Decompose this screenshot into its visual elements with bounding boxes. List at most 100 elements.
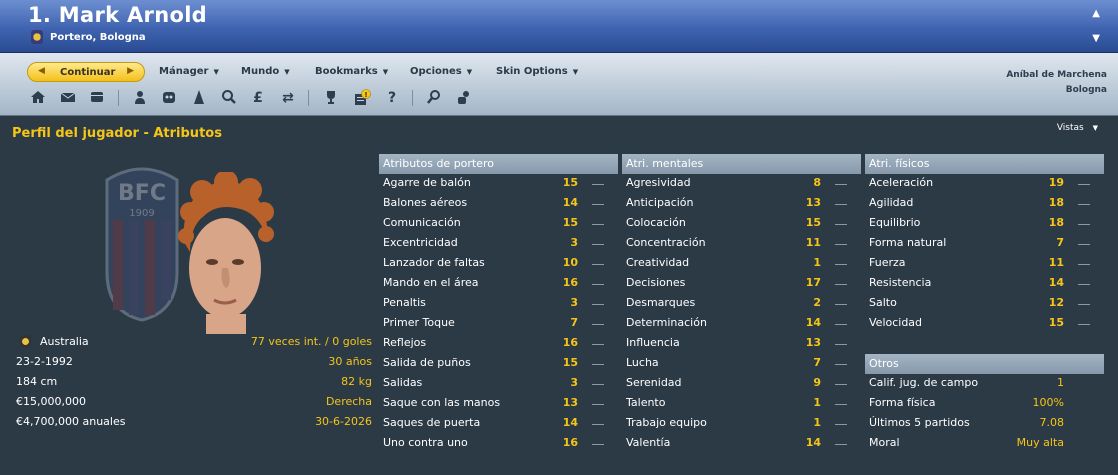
attribute-value: 1	[813, 396, 821, 409]
inbox-icon[interactable]	[88, 89, 106, 107]
attribute-value: 7	[1056, 236, 1064, 249]
toolbar-divider	[412, 90, 413, 106]
attribute-value: 16	[562, 336, 578, 349]
scroll-up-icon[interactable]: ▲	[1092, 8, 1100, 19]
menu-options-label: Opciones	[410, 66, 462, 77]
player-subtitle: Portero, Bologna	[50, 32, 146, 43]
attribute-value: 18	[1048, 216, 1064, 229]
attribute-row: Valentía 14	[622, 434, 861, 454]
attribute-value: 11	[805, 236, 821, 249]
continue-button[interactable]: ◀ Continuar ▶	[27, 62, 145, 82]
attribute-name: Salida de puños	[383, 356, 471, 369]
attribute-value: 13	[805, 196, 821, 209]
attribute-name: Uno contra uno	[383, 436, 468, 449]
menu-world[interactable]: Mundo ▼	[241, 66, 290, 77]
caret-down-icon: ▼	[284, 68, 290, 76]
home-icon[interactable]	[29, 89, 47, 107]
attribute-name: Agresividad	[626, 176, 691, 189]
toolbar-divider	[308, 90, 309, 106]
attribute-row: Aceleración 19	[865, 174, 1104, 194]
contract-row: €4,700,000 anuales 30-6-2026	[16, 413, 372, 433]
attribute-name: Aceleración	[869, 176, 934, 189]
attribute-trend-dash	[592, 224, 604, 225]
attribute-trend-dash	[835, 304, 847, 305]
attribute-row: Salidas 3	[379, 374, 618, 394]
trophy-icon[interactable]	[322, 89, 340, 107]
attribute-name: Lanzador de faltas	[383, 256, 485, 269]
attribute-name: Serenidad	[626, 376, 682, 389]
competition-icon[interactable]	[190, 89, 208, 107]
views-label: Vistas	[1056, 123, 1084, 133]
attribute-name: Determinación	[626, 316, 707, 329]
menu-bookmarks[interactable]: Bookmarks ▼	[315, 66, 388, 77]
back-arrow-icon: ◀	[38, 66, 45, 76]
attribute-value: 15	[562, 176, 578, 189]
search-icon[interactable]	[220, 89, 238, 107]
attribute-trend-dash	[592, 424, 604, 425]
attribute-name: Equilibrio	[869, 216, 921, 229]
attribute-row: Últimos 5 partidos 7.08	[865, 414, 1104, 434]
menu-skin-options[interactable]: Skin Options ▼	[496, 66, 578, 77]
preferred-foot: Derecha	[325, 395, 372, 408]
attribute-trend-dash	[1078, 324, 1090, 325]
page-title: Perfil del jugador - Atributos	[12, 126, 222, 141]
attribute-name: Penaltis	[383, 296, 426, 309]
finance-icon[interactable]: £	[249, 89, 267, 107]
attribute-trend-dash	[592, 384, 604, 385]
attribute-row: Reflejos 16	[379, 334, 618, 354]
attribute-value: 14	[805, 436, 821, 449]
attribute-name: Creatividad	[626, 256, 690, 269]
attribute-value: 3	[570, 376, 578, 389]
birth-date: 23-2-1992	[16, 355, 73, 368]
attribute-value: 14	[562, 196, 578, 209]
attribute-value: 7.08	[1039, 416, 1065, 429]
scroll-down-icon[interactable]: ▼	[1092, 33, 1100, 44]
attribute-row: Agilidad 18	[865, 194, 1104, 214]
club-crest-logo: BFC 1909	[105, 167, 179, 322]
news-icon[interactable]: !	[353, 89, 371, 107]
attribute-trend-dash	[835, 444, 847, 445]
attribute-value: 15	[562, 356, 578, 369]
attribute-row: Primer Toque 7	[379, 314, 618, 334]
attribute-row: Agresividad 8	[622, 174, 861, 194]
attribute-value: 15	[1048, 316, 1064, 329]
attribute-trend-dash	[1078, 244, 1090, 245]
attribute-trend-dash	[592, 344, 604, 345]
wage: €4,700,000 anuales	[16, 415, 126, 428]
scout-search-icon[interactable]	[425, 89, 443, 107]
attribute-row: Saque con las manos 13	[379, 394, 618, 414]
attribute-name: Lucha	[626, 356, 659, 369]
attribute-trend-dash	[592, 284, 604, 285]
toolbar-divider	[118, 90, 119, 106]
attribute-value: 14	[1048, 276, 1064, 289]
attribute-row: Anticipación 13	[622, 194, 861, 214]
contract-expiry: 30-6-2026	[315, 415, 372, 428]
people-icon[interactable]	[455, 89, 473, 107]
menu-options[interactable]: Opciones ▼	[410, 66, 472, 77]
nation-badge-icon	[20, 335, 31, 348]
weight: 82 kg	[341, 375, 372, 388]
person-icon[interactable]	[131, 89, 149, 107]
caret-down-icon: ▼	[572, 68, 579, 76]
mail-icon[interactable]	[59, 89, 77, 107]
menu-manager[interactable]: Mánager ▼	[159, 66, 219, 77]
section-header-gk: Atributos de portero	[379, 154, 618, 174]
team-icon[interactable]	[160, 89, 178, 107]
menu-bookmarks-label: Bookmarks	[315, 66, 378, 77]
club-badge-icon	[31, 30, 43, 44]
manager-name: Aníbal de Marchena	[1006, 70, 1107, 80]
player-name: 1. Mark Arnold	[28, 3, 208, 27]
attribute-trend-dash	[835, 184, 847, 185]
attribute-name: Fuerza	[869, 256, 906, 269]
attribute-trend-dash	[835, 384, 847, 385]
views-dropdown[interactable]: Vistas ▼	[1057, 123, 1098, 133]
attribute-row: Salto 12	[865, 294, 1104, 314]
attribute-value: 1	[1057, 376, 1064, 389]
crest-letters: BFC	[118, 181, 166, 206]
menu-manager-label: Mánager	[159, 66, 209, 77]
attribute-trend-dash	[1078, 224, 1090, 225]
transfer-icon[interactable]: ⇄	[279, 89, 297, 107]
attribute-name: Últimos 5 partidos	[869, 416, 970, 429]
help-icon[interactable]: ?	[383, 89, 401, 107]
attribute-value: 18	[1048, 196, 1064, 209]
